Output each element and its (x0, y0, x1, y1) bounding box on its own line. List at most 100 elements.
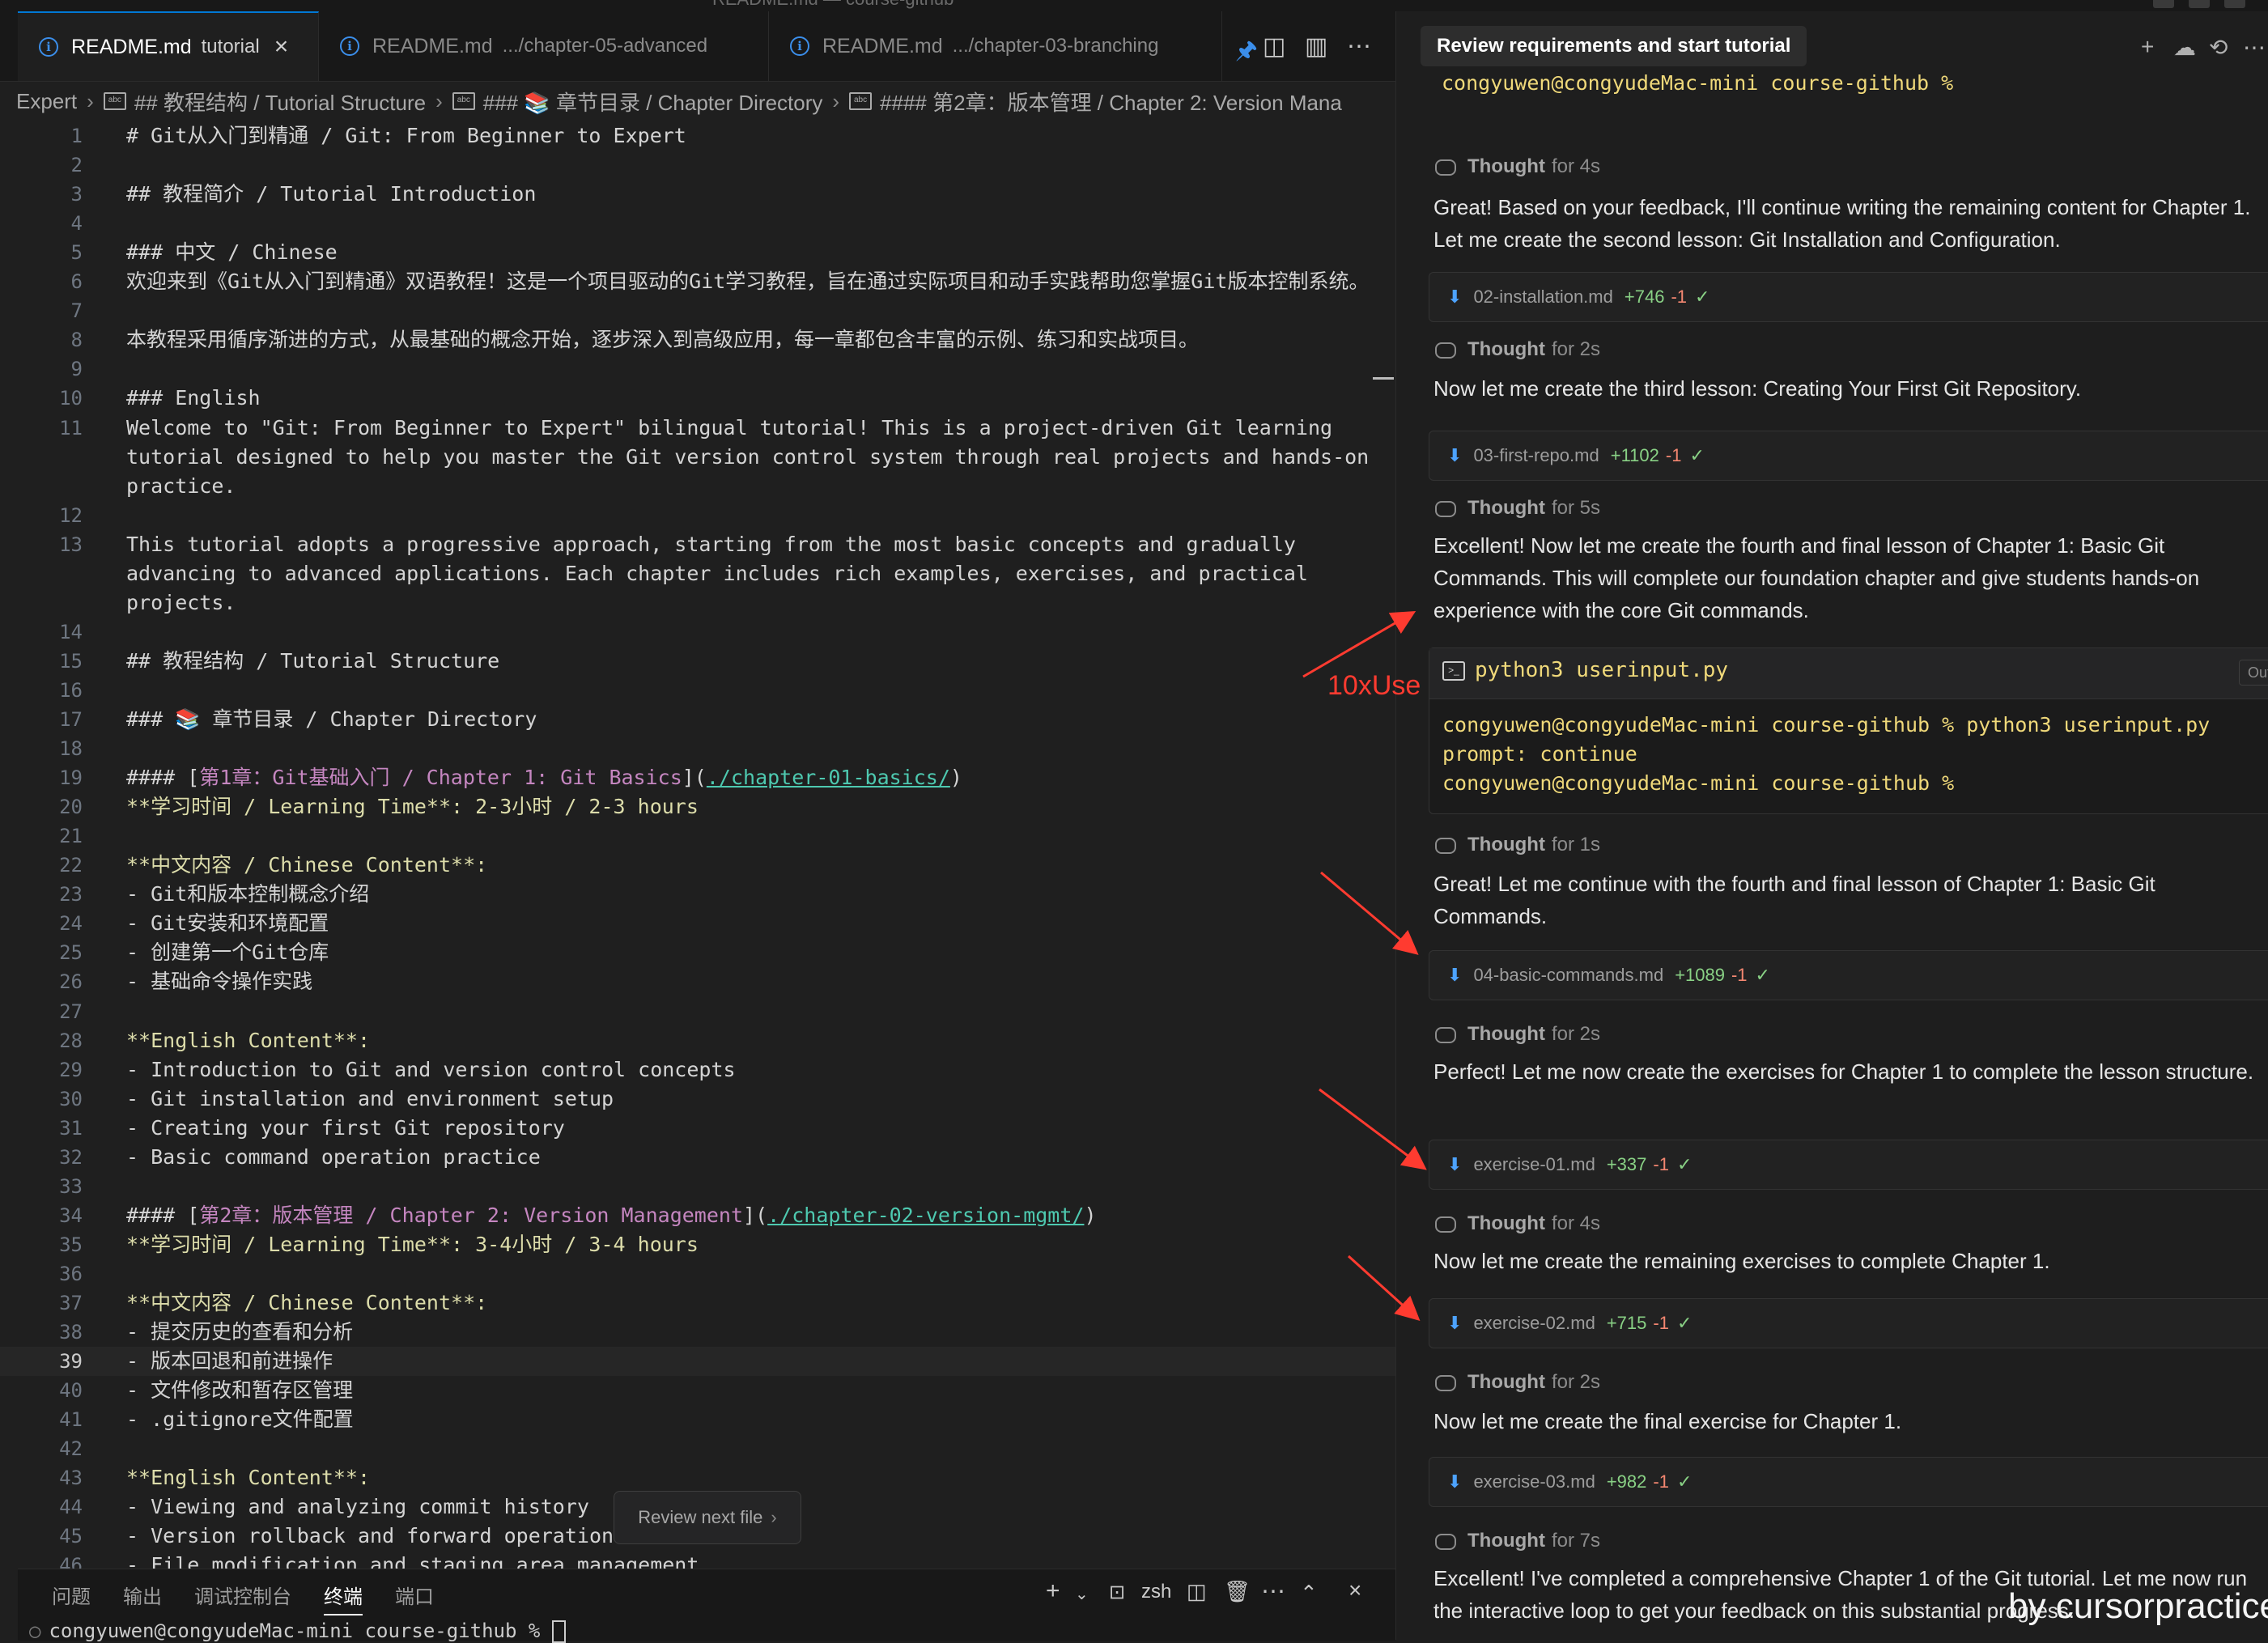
file-change-card[interactable]: ⬇ exercise-01.md +337 -1 ✓ (1429, 1140, 2268, 1190)
file-change-card[interactable]: ⬇ 04-basic-commands.md +1089 -1 ✓ (1429, 950, 2268, 1000)
line-number: 36 (59, 1262, 83, 1285)
code-line[interactable]: ## 教程结构 / Tutorial Structure (126, 647, 1389, 676)
open-changes-icon[interactable]: ◫ (1263, 32, 1285, 61)
breadcrumb-item[interactable]: ## 教程结构 / Tutorial Structure (134, 87, 426, 117)
shell-name[interactable]: zsh (1141, 1581, 1171, 1603)
check-icon: ✓ (1676, 1313, 1693, 1333)
tab-readme-chapter-03[interactable]: i README.md .../chapter-03-branching (769, 11, 1222, 81)
panel-toggle-icon[interactable] (2189, 0, 2210, 8)
file-change-card[interactable]: ⬇ exercise-02.md +715 -1 ✓ (1429, 1298, 2268, 1348)
code-line[interactable]: - Git安装和环境配置 (126, 909, 1389, 938)
history-icon[interactable]: ⟲ (2209, 34, 2228, 61)
tab-readme-chapter-05[interactable]: i README.md .../chapter-05-advanced (319, 11, 769, 81)
thought-bubble-icon (1435, 1533, 1456, 1550)
thought-indicator[interactable]: Thought for 4s (1435, 1212, 1600, 1235)
breadcrumb-item[interactable]: #### 第2章：版本管理 / Chapter 2: Version Mana (880, 87, 1342, 117)
code-line[interactable]: - Creating your first Git repository (126, 1114, 1389, 1143)
terminal-command-card[interactable]: >_ python3 userinput.py Output congyuwen… (1429, 647, 2268, 814)
trash-icon[interactable]: 🗑 (1224, 1579, 1251, 1604)
code-line[interactable]: **English Content**: (126, 1463, 1389, 1492)
more-actions-icon[interactable]: ⋯ (2243, 34, 2266, 61)
maximize-panel-icon[interactable]: ⌃ (1300, 1581, 1318, 1606)
thought-indicator[interactable]: Thought for 2s (1435, 1023, 1600, 1046)
chevron-right-icon: › (771, 1507, 777, 1527)
tab-ports[interactable]: 端口 (395, 1581, 434, 1609)
thought-indicator[interactable]: Thought for 5s (1435, 497, 1600, 520)
code-line[interactable]: - 版本回退和前进操作 (126, 1347, 1389, 1376)
chat-title[interactable]: Review requirements and start tutorial (1421, 26, 1807, 66)
more-actions-icon[interactable]: ⋯ (1347, 32, 1371, 61)
code-line[interactable]: 欢迎来到《Git从入门到精通》双语教程！这是一个项目驱动的Git学习教程，旨在通… (126, 267, 1389, 296)
line-number: 12 (59, 503, 83, 527)
split-editor-icon[interactable]: ▥ (1305, 32, 1327, 61)
tab-terminal[interactable]: 终端 (324, 1581, 363, 1615)
code-line[interactable]: This tutorial adopts a progressive appro… (126, 530, 1389, 559)
code-line[interactable]: 本教程采用循序渐进的方式，从最基础的概念开始，逐步深入到高级应用，每一章都包含丰… (126, 325, 1389, 354)
code-line[interactable]: - .gitignore文件配置 (126, 1405, 1389, 1434)
code-line[interactable]: - 基础命令操作实践 (126, 967, 1389, 996)
review-next-file-button[interactable]: Review next file › (614, 1491, 801, 1544)
output-toggle[interactable]: Output (2239, 660, 2268, 686)
sidebar-toggle-icon[interactable] (2224, 0, 2245, 8)
code-line[interactable]: practice. (126, 472, 1389, 501)
cloud-icon[interactable]: ☁ (2173, 34, 2196, 61)
code-line[interactable]: ## 教程简介 / Tutorial Introduction (126, 180, 1389, 209)
code-line[interactable]: - Git和版本控制概念介绍 (126, 880, 1389, 909)
code-line[interactable]: **English Content**: (126, 1026, 1389, 1055)
code-line[interactable]: - Git installation and environment setup (126, 1085, 1389, 1114)
line-number: 6 (70, 270, 83, 294)
close-icon[interactable]: × (274, 33, 289, 61)
file-change-card[interactable]: ⬇ 03-first-repo.md +1102 -1 ✓ (1429, 431, 2268, 481)
tab-output[interactable]: 输出 (123, 1581, 162, 1609)
tab-problems[interactable]: 问题 (52, 1581, 91, 1609)
tab-label: README.md (71, 35, 192, 58)
tab-readme-tutorial[interactable]: i README.md tutorial × (18, 11, 319, 81)
code-editor[interactable]: 1 # Git从入门到精通 / Git: From Beginner to Exp… (0, 121, 1395, 1578)
layout-toggle-icon[interactable] (2153, 0, 2174, 8)
scroll-indicator[interactable] (1373, 377, 1394, 380)
breadcrumb-item[interactable]: Expert (16, 89, 77, 114)
code-line[interactable]: # Git从入门到精通 / Git: From Beginner to Expe… (126, 121, 1389, 151)
thought-duration: for 1s (1551, 834, 1600, 855)
line-number: 41 (59, 1408, 83, 1432)
line-number: 8 (70, 329, 83, 352)
thought-indicator[interactable]: Thought for 4s (1435, 155, 1600, 178)
code-line[interactable]: - 文件修改和暂存区管理 (126, 1376, 1389, 1405)
breadcrumb-item[interactable]: ### 📚 章节目录 / Chapter Directory (483, 87, 823, 117)
thought-indicator[interactable]: Thought for 7s (1435, 1530, 1600, 1552)
code-line[interactable]: ### 📚 章节目录 / Chapter Directory (126, 705, 1389, 734)
more-actions-icon[interactable]: ⋯ (1261, 1577, 1285, 1606)
code-line[interactable]: advancing to advanced applications. Each… (126, 559, 1389, 588)
code-line[interactable]: **中文内容 / Chinese Content**: (126, 1289, 1389, 1318)
code-line[interactable]: ### English (126, 384, 1389, 413)
code-line[interactable]: - 提交历史的查看和分析 (126, 1318, 1389, 1347)
tab-debug-console[interactable]: 调试控制台 (194, 1581, 291, 1609)
code-line[interactable]: - Basic command operation practice (126, 1143, 1389, 1172)
file-download-icon: ⬇ (1447, 1154, 1463, 1174)
code-line[interactable]: #### [第1章：Git基础入门 / Chapter 1: Git Basic… (126, 763, 1389, 792)
thought-indicator[interactable]: Thought for 2s (1435, 1371, 1600, 1394)
thought-indicator[interactable]: Thought for 1s (1435, 834, 1600, 856)
code-line[interactable]: **中文内容 / Chinese Content**: (126, 851, 1389, 880)
code-line[interactable]: - Introduction to Git and version contro… (126, 1055, 1389, 1085)
thought-indicator[interactable]: Thought for 2s (1435, 338, 1600, 361)
code-line[interactable]: projects. (126, 588, 1389, 618)
split-terminal-icon[interactable]: ◫ (1187, 1579, 1207, 1604)
window-title: README.md — course-github (712, 0, 953, 10)
code-line[interactable]: - 创建第一个Git仓库 (126, 938, 1389, 967)
code-line[interactable]: tutorial designed to help you master the… (126, 443, 1389, 472)
close-icon[interactable]: × (1348, 1577, 1361, 1603)
new-terminal-icon[interactable]: + (1046, 1577, 1060, 1605)
code-line[interactable]: **学习时间 / Learning Time**: 2-3小时 / 2-3 ho… (126, 792, 1389, 822)
file-change-card[interactable]: ⬇ 02-installation.md +746 -1 ✓ (1429, 272, 2268, 322)
code-line[interactable]: **学习时间 / Learning Time**: 3-4小时 / 3-4 ho… (126, 1230, 1389, 1259)
code-line[interactable]: ### 中文 / Chinese (126, 238, 1389, 267)
file-change-card[interactable]: ⬇ exercise-03.md +982 -1 ✓ (1429, 1457, 2268, 1507)
chevron-down-icon[interactable]: ⌄ (1075, 1584, 1089, 1604)
pin-icon[interactable]: 🖈 (1235, 32, 1258, 74)
code-line[interactable]: #### [第2章：版本管理 / Chapter 2: Version Mana… (126, 1201, 1389, 1230)
new-chat-icon[interactable]: + (2141, 34, 2154, 60)
symbol-icon: abc (452, 92, 475, 110)
code-line[interactable]: Welcome to "Git: From Beginner to Expert… (126, 414, 1389, 443)
lines-removed: -1 (1671, 287, 1687, 307)
